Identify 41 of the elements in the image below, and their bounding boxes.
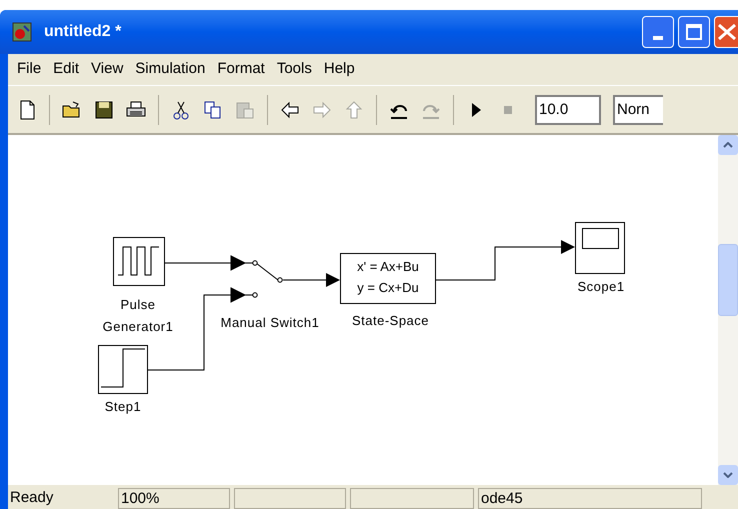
up-arrow-icon — [343, 98, 365, 120]
status-field: Ready — [8, 488, 114, 509]
menu-item[interactable]: File — [12, 58, 46, 81]
chevron-up-icon — [723, 142, 733, 148]
simulation-mode-dropdown[interactable]: Norn — [613, 94, 663, 124]
block-label: State-Space — [350, 312, 430, 330]
menu-item[interactable]: Simulation — [130, 58, 210, 81]
scope-block[interactable] — [575, 222, 625, 274]
menu-item[interactable]: Edit — [48, 58, 84, 81]
scroll-up-button[interactable] — [718, 135, 738, 155]
equation-text: x' = Ax+Bu — [357, 258, 419, 276]
status-field: 100% — [118, 488, 230, 509]
block-label: Step1 — [104, 398, 142, 416]
chevron-down-icon — [723, 472, 733, 478]
step-block[interactable] — [98, 345, 148, 394]
block-label: Manual Switch1 — [220, 314, 320, 332]
signal-line — [282, 273, 340, 287]
block-label: Scope1 — [576, 278, 626, 296]
minimize-button[interactable] — [642, 16, 674, 48]
maximize-icon — [686, 24, 702, 40]
stop-time-field[interactable]: 10.0 — [535, 94, 601, 124]
menu-item[interactable]: View — [86, 58, 128, 81]
close-icon — [716, 24, 736, 40]
scroll-down-button[interactable] — [718, 465, 738, 485]
signal-line — [164, 262, 232, 264]
maximize-button[interactable] — [678, 16, 710, 48]
block-label: Pulse — [119, 296, 157, 314]
minimize-icon — [653, 36, 663, 40]
status-field: ode45 — [478, 488, 702, 509]
window-title: untitled2 * — [44, 22, 122, 42]
equation-text: y = Cx+Du — [357, 279, 419, 297]
close-button[interactable] — [714, 16, 738, 48]
state-space-block[interactable] — [340, 253, 436, 304]
app-icon — [12, 22, 32, 42]
menu-item[interactable]: Help — [318, 58, 360, 81]
scroll-thumb[interactable] — [718, 244, 738, 316]
menu-item[interactable]: Tools — [272, 58, 317, 81]
block-label: Generator1 — [102, 318, 174, 336]
pulse-generator-block[interactable] — [113, 237, 165, 286]
manual-switch-block[interactable] — [230, 255, 283, 303]
menu-item[interactable]: Format — [212, 58, 270, 81]
